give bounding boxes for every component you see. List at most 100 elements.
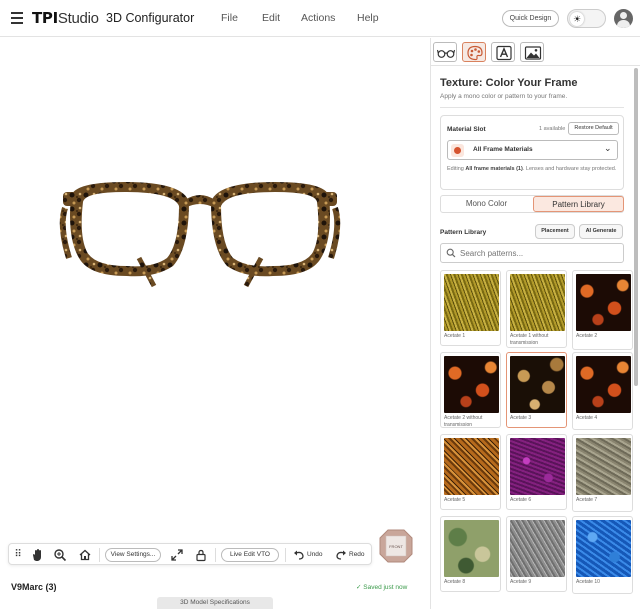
drag-handle-icon[interactable]: ⠿ bbox=[11, 548, 25, 562]
logo: TPIStudio bbox=[32, 9, 99, 27]
pattern-name: Acetate 2 without transmission bbox=[444, 415, 483, 428]
pattern-card[interactable]: Acetate 5 bbox=[440, 434, 501, 510]
ai-generate-button[interactable]: AI Generate bbox=[579, 224, 623, 239]
search-input[interactable] bbox=[460, 247, 620, 259]
tab-pattern-library[interactable]: Pattern Library bbox=[533, 196, 624, 212]
material-slot-box: Material Slot 1 available Restore Defaul… bbox=[440, 115, 624, 190]
material-note: Editing All frame materials (1). Lenses … bbox=[447, 166, 617, 172]
logo-light: Studio bbox=[57, 10, 99, 27]
pattern-name: Acetate 10 bbox=[576, 579, 600, 585]
pattern-name: Acetate 6 bbox=[510, 497, 532, 503]
menu-actions[interactable]: Actions bbox=[301, 12, 335, 24]
panel-subtitle: Apply a mono color or pattern to your fr… bbox=[440, 93, 568, 100]
top-bar: TPIStudio 3D Configurator File Edit Acti… bbox=[0, 0, 640, 37]
image-icon bbox=[524, 46, 542, 60]
pattern-swatch bbox=[444, 438, 499, 495]
tab-frame[interactable] bbox=[433, 42, 457, 62]
mode-switch: Mono Color Pattern Library bbox=[440, 195, 624, 213]
glasses-model bbox=[59, 182, 341, 288]
theme-toggle[interactable]: ☀ bbox=[567, 9, 606, 28]
redo-icon[interactable] bbox=[334, 548, 348, 562]
pattern-card[interactable]: Acetate 3 bbox=[506, 352, 567, 428]
pattern-card[interactable]: Acetate 1 without transmission bbox=[506, 270, 567, 348]
menu-file[interactable]: File bbox=[221, 12, 238, 24]
pattern-card[interactable]: Acetate 4 bbox=[572, 352, 633, 430]
pattern-swatch bbox=[576, 438, 631, 495]
pattern-name: Acetate 7 bbox=[576, 497, 598, 503]
pattern-card[interactable]: Acetate 2 bbox=[572, 270, 633, 350]
view-settings-button[interactable]: View Settings... bbox=[105, 548, 161, 562]
texture-panel: Texture: Color Your Frame Apply a mono c… bbox=[430, 38, 640, 609]
pan-hand-icon[interactable] bbox=[30, 548, 44, 562]
pattern-swatch bbox=[576, 274, 631, 331]
home-icon[interactable] bbox=[78, 548, 92, 562]
pattern-name: Acetate 3 bbox=[510, 415, 532, 421]
chevron-down-icon: ⌄ bbox=[604, 143, 612, 153]
pattern-swatch bbox=[444, 520, 499, 577]
logo-bold: TPI bbox=[32, 9, 58, 27]
pattern-card[interactable]: Acetate 6 bbox=[506, 434, 567, 510]
pattern-name: Acetate 9 bbox=[510, 579, 532, 585]
live-edit-vto-button[interactable]: Live Edit VTO bbox=[221, 548, 279, 562]
sun-icon: ☀ bbox=[570, 12, 584, 26]
tab-image[interactable] bbox=[520, 42, 544, 62]
pattern-swatch bbox=[510, 438, 565, 495]
pattern-swatch bbox=[510, 274, 565, 331]
menu-help[interactable]: Help bbox=[357, 12, 379, 24]
pattern-card[interactable]: Acetate 10 bbox=[572, 516, 633, 594]
pattern-card[interactable]: Acetate 8 bbox=[440, 516, 501, 592]
menu-edit[interactable]: Edit bbox=[262, 12, 280, 24]
pattern-name: Acetate 1 bbox=[444, 333, 466, 339]
text-icon bbox=[496, 45, 512, 61]
search-icon bbox=[446, 248, 456, 258]
expand-icon[interactable] bbox=[170, 548, 184, 562]
pattern-swatch bbox=[510, 520, 565, 577]
model-name: V9Marc (3) bbox=[11, 582, 57, 592]
cube-front-label: FRONT bbox=[389, 544, 403, 549]
undo-icon[interactable] bbox=[292, 548, 306, 562]
pattern-search bbox=[440, 243, 624, 263]
pattern-name: Acetate 8 bbox=[444, 579, 466, 585]
tab-mono-color[interactable]: Mono Color bbox=[441, 196, 532, 212]
tab-texture[interactable] bbox=[462, 42, 486, 62]
material-color-swatch bbox=[451, 144, 464, 157]
hamburger-menu-icon[interactable] bbox=[11, 12, 23, 24]
pattern-swatch bbox=[576, 520, 631, 577]
app-title: 3D Configurator bbox=[106, 11, 195, 25]
saved-status: ✓ Saved just now bbox=[356, 584, 408, 591]
pattern-name: Acetate 1 without transmission bbox=[510, 333, 549, 346]
pattern-swatch bbox=[444, 356, 499, 413]
viewport-toolbar: ⠿ View Settings... Live Edit VTO Undo Re… bbox=[8, 543, 372, 565]
pattern-card[interactable]: Acetate 7 bbox=[572, 434, 633, 512]
pattern-card[interactable]: Acetate 9 bbox=[506, 516, 567, 592]
undo-label[interactable]: Undo bbox=[307, 549, 323, 561]
placement-button[interactable]: Placement bbox=[535, 224, 575, 239]
tab-text[interactable] bbox=[491, 42, 515, 62]
material-select-value: All Frame Materials bbox=[473, 146, 533, 153]
material-select[interactable]: All Frame Materials ⌄ bbox=[447, 140, 618, 160]
orientation-cube[interactable]: FRONT bbox=[379, 529, 413, 563]
material-slot-label: Material Slot bbox=[447, 126, 486, 133]
pattern-card[interactable]: Acetate 1 bbox=[440, 270, 501, 346]
panel-title: Texture: Color Your Frame bbox=[440, 77, 578, 89]
pattern-swatch bbox=[444, 274, 499, 331]
pattern-swatch bbox=[576, 356, 631, 413]
avatar[interactable] bbox=[614, 9, 633, 28]
zoom-icon[interactable] bbox=[53, 548, 67, 562]
pattern-card[interactable]: Acetate 2 without transmission bbox=[440, 352, 501, 428]
quick-design-button[interactable]: Quick Design bbox=[502, 10, 559, 27]
specs-tab[interactable]: 3D Model Specifications bbox=[157, 597, 273, 609]
pattern-name: Acetate 5 bbox=[444, 497, 466, 503]
lock-icon[interactable] bbox=[194, 548, 208, 562]
palette-icon bbox=[467, 45, 483, 61]
pattern-swatch bbox=[510, 356, 565, 413]
pattern-name: Acetate 2 bbox=[576, 333, 598, 339]
restore-default-button[interactable]: Restore Default bbox=[568, 122, 619, 135]
pattern-library-label: Pattern Library bbox=[440, 229, 487, 236]
material-available-count: 1 available bbox=[539, 126, 566, 132]
panel-tabs bbox=[431, 38, 640, 66]
pattern-name: Acetate 4 bbox=[576, 415, 598, 421]
model-viewport[interactable]: FRONT ⠿ View Settings... Live Edit VTO U… bbox=[0, 38, 430, 609]
redo-label[interactable]: Redo bbox=[349, 549, 365, 561]
panel-scrollbar[interactable] bbox=[634, 66, 639, 602]
